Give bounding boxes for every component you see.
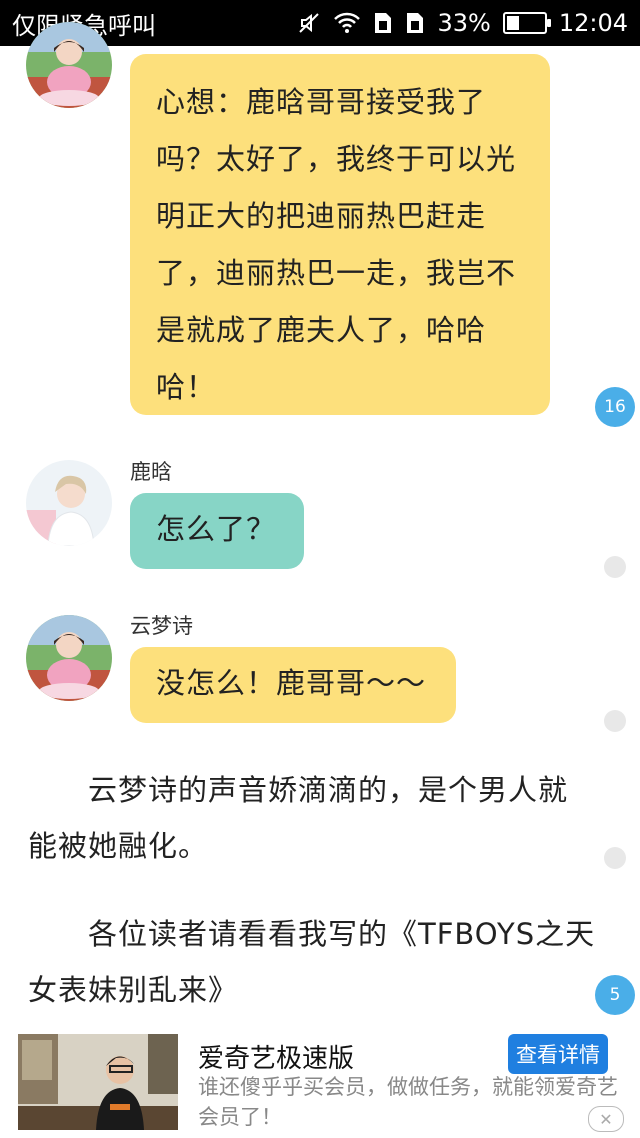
- clock: 12:04: [558, 9, 628, 37]
- battery-percent: 33%: [437, 9, 491, 37]
- close-icon[interactable]: ✕: [588, 1106, 624, 1132]
- message-line: 是就成了鹿夫人了，哈哈: [156, 313, 487, 347]
- paragraph-line: 女表妹别乱来》: [28, 973, 239, 1007]
- paragraph-line: 能被她融化。: [28, 829, 209, 863]
- wifi-icon: [333, 12, 361, 34]
- message-line: 明正大的把迪丽热巴赶走: [156, 199, 487, 233]
- paragraph-line: 各位读者请看看我写的《TFBOYS之天: [28, 917, 596, 951]
- sim2-icon: [405, 11, 425, 35]
- message-bubble-2[interactable]: 怎么了？: [130, 493, 304, 569]
- avatar-yunmengshi[interactable]: [26, 22, 112, 108]
- comment-count-badge[interactable]: 5: [595, 975, 635, 1015]
- sender-name: 云梦诗: [130, 614, 193, 638]
- ad-description[interactable]: 谁还傻乎乎买会员，做做任务，就能领爱奇艺会员了！: [198, 1072, 618, 1132]
- ad-banner[interactable]: 爱奇艺极速版 查看详情 谁还傻乎乎买会员，做做任务，就能领爱奇艺会员了！ ✕: [0, 1026, 640, 1138]
- ad-thumbnail[interactable]: [18, 1034, 178, 1130]
- message-bubble-3[interactable]: 没怎么！鹿哥哥～～: [130, 647, 456, 723]
- message-text: 没怎么！鹿哥哥～～: [156, 666, 427, 700]
- avatar-luhan[interactable]: [26, 460, 112, 546]
- battery-icon: [502, 12, 551, 34]
- sender-name: 鹿晗: [130, 460, 172, 484]
- comment-dot[interactable]: [604, 556, 626, 578]
- view-details-button[interactable]: 查看详情: [508, 1034, 608, 1074]
- paragraph-line: 云梦诗的声音娇滴滴的，是个男人就: [28, 773, 569, 807]
- story-paragraph: 各位读者请看看我写的《TFBOYS之天 女表妹别乱来》: [28, 906, 598, 1018]
- comment-count-badge[interactable]: 16: [595, 387, 635, 427]
- story-paragraph: 云梦诗的声音娇滴滴的，是个男人就 能被她融化。: [28, 762, 598, 874]
- message-line: 吗？太好了，我终于可以光: [156, 142, 517, 176]
- comment-dot[interactable]: [604, 710, 626, 732]
- mute-icon: [297, 11, 321, 35]
- comment-dot[interactable]: [604, 847, 626, 869]
- message-line: 心想：鹿晗哥哥接受我了: [156, 85, 487, 119]
- status-icons: 33% 12:04: [297, 9, 628, 37]
- avatar-yunmengshi[interactable]: [26, 615, 112, 701]
- message-text: 怎么了？: [156, 512, 277, 546]
- sim1-icon: [373, 11, 393, 35]
- message-line: 哈！: [156, 370, 217, 404]
- ad-title[interactable]: 爱奇艺极速版: [198, 1038, 354, 1075]
- message-line: 了，迪丽热巴一走，我岂不: [156, 256, 517, 290]
- message-bubble-1[interactable]: 心想：鹿晗哥哥接受我了 吗？太好了，我终于可以光 明正大的把迪丽热巴赶走 了，迪…: [130, 54, 550, 415]
